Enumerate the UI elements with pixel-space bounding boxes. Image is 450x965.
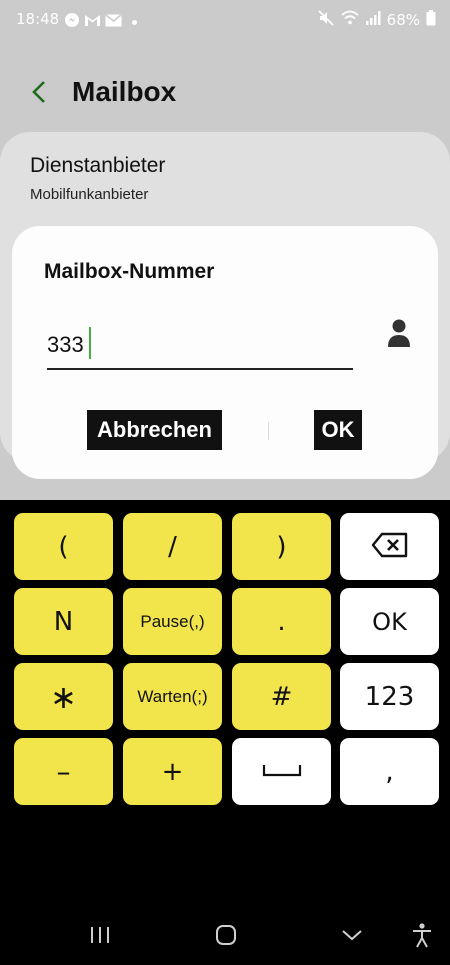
key-label: Pause(,): [140, 611, 205, 631]
cancel-button[interactable]: Abbrechen: [87, 410, 222, 450]
key-label: ,: [385, 756, 394, 787]
signal-icon: [365, 10, 381, 30]
key-label: /: [168, 531, 177, 562]
button-divider: [268, 422, 269, 440]
status-time: 18:48: [16, 10, 60, 28]
key-label: ∗: [50, 677, 77, 716]
hide-keyboard-icon[interactable]: [337, 920, 367, 950]
service-provider-subtitle: Mobilfunkanbieter: [30, 186, 149, 203]
mailbox-number-dialog: Mailbox-Nummer Abbrechen OK: [12, 226, 438, 479]
navigation-bar: [0, 900, 450, 965]
mute-icon: [317, 9, 335, 31]
key-minus[interactable]: –: [14, 738, 113, 805]
key-comma[interactable]: ,: [340, 738, 439, 805]
dialog-title: Mailbox-Nummer: [44, 260, 215, 283]
battery-icon: [426, 10, 436, 30]
key-pause[interactable]: Pause(,): [123, 588, 222, 655]
key-hash[interactable]: #: [232, 663, 331, 730]
key-123[interactable]: 123: [340, 663, 439, 730]
status-bar: 18:48 68%: [0, 0, 450, 36]
key-n[interactable]: N: [14, 588, 113, 655]
key-label: ): [276, 531, 287, 562]
backspace-icon: [371, 532, 409, 562]
key-label: Warten(;): [137, 686, 208, 706]
mail-icon: [105, 13, 122, 31]
text-cursor: [89, 327, 91, 359]
key-slash[interactable]: /: [123, 513, 222, 580]
contact-icon[interactable]: [385, 318, 413, 348]
space-key[interactable]: [232, 738, 331, 805]
messenger-icon: [64, 12, 80, 32]
key-label: #: [270, 681, 293, 712]
space-icon: [262, 762, 302, 782]
settings-screen: 18:48 68% Mailbox Dienstanbieter Mobilfu…: [0, 0, 450, 500]
keyboard-ok-key[interactable]: OK: [340, 588, 439, 655]
key-open-paren[interactable]: (: [14, 513, 113, 580]
back-arrow-icon[interactable]: [26, 74, 54, 110]
dot-icon: [132, 19, 137, 25]
backspace-key[interactable]: [340, 513, 439, 580]
key-label: .: [277, 606, 286, 637]
service-provider-title: Dienstanbieter: [30, 154, 166, 177]
key-label: OK: [372, 607, 407, 636]
key-label: 123: [364, 681, 415, 712]
key-label: –: [56, 755, 71, 788]
dialpad-keyboard: ( / ) N Pause(,) . OK ∗ Warten(;) # 123 …: [0, 500, 450, 810]
gmail-icon: [84, 13, 101, 31]
app-header: Mailbox: [0, 60, 450, 124]
mailbox-number-input[interactable]: [47, 322, 353, 370]
key-wait[interactable]: Warten(;): [123, 663, 222, 730]
battery-text: 68%: [386, 11, 420, 29]
ok-button[interactable]: OK: [314, 410, 362, 450]
key-label: (: [58, 531, 69, 562]
accessibility-icon[interactable]: [407, 920, 437, 950]
page-title: Mailbox: [72, 76, 177, 107]
key-label: +: [161, 756, 184, 787]
key-period[interactable]: .: [232, 588, 331, 655]
home-icon[interactable]: [211, 920, 241, 950]
key-label: N: [53, 606, 74, 637]
key-asterisk[interactable]: ∗: [14, 663, 113, 730]
key-close-paren[interactable]: ): [232, 513, 331, 580]
key-plus[interactable]: +: [123, 738, 222, 805]
wifi-icon: [341, 10, 359, 30]
recent-apps-icon[interactable]: [85, 920, 115, 950]
